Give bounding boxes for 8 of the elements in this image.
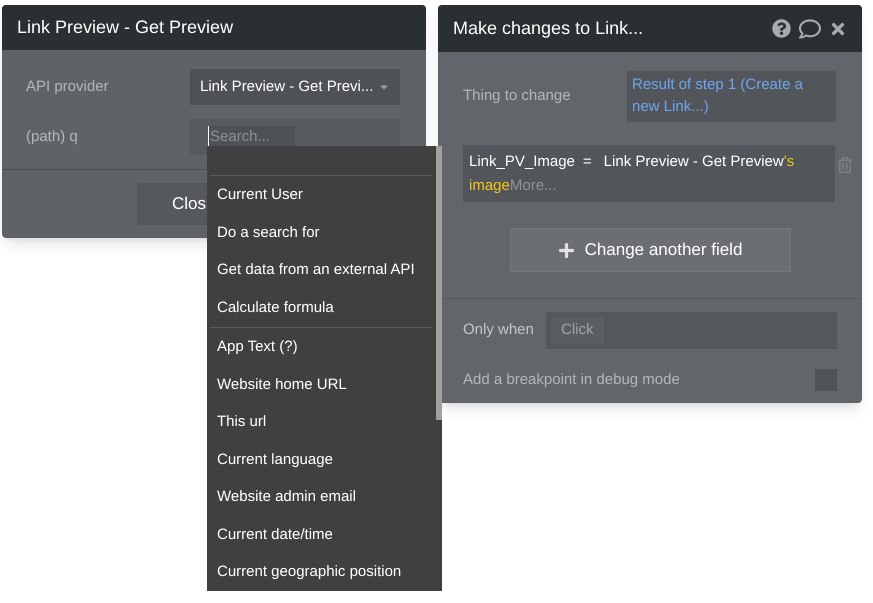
condition-placeholder: Click <box>551 317 604 344</box>
field-label: Only when <box>463 320 535 340</box>
dialog-title: Make changes to Link... <box>453 17 644 40</box>
field-label: API provider <box>26 76 110 97</box>
field-label: (path) q <box>26 126 79 147</box>
field-label: Add a breakpoint in debug mode <box>463 370 681 390</box>
field-label: Thing to change <box>463 86 572 106</box>
dialog-title: Link Preview - Get Preview <box>17 16 234 39</box>
